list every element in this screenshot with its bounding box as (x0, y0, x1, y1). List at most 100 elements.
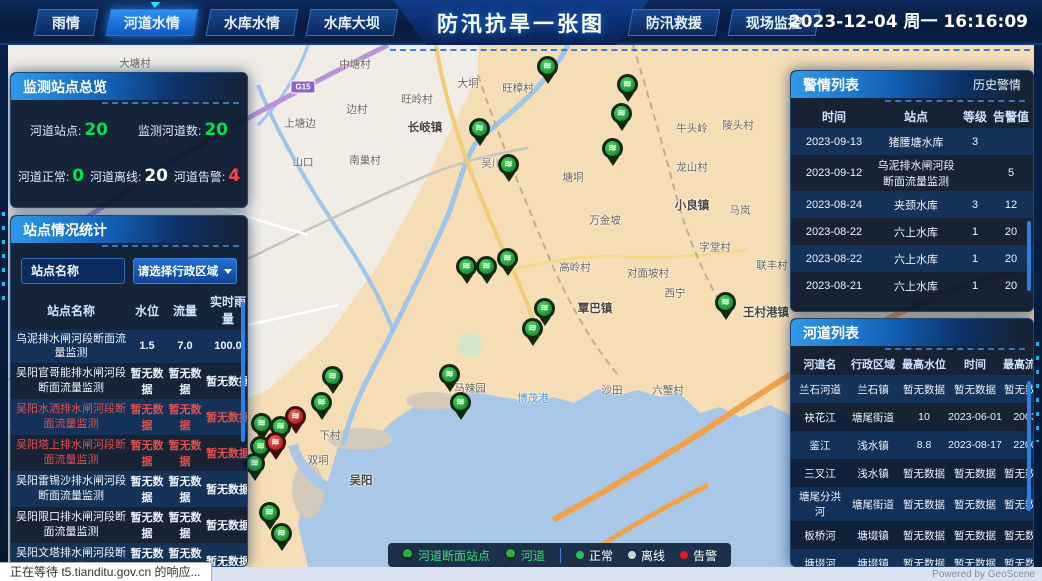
alarm-row[interactable]: 2023-08-22六上水库120 (791, 218, 1033, 245)
pin-tail (616, 122, 628, 137)
column-header: 时间 (947, 356, 1003, 372)
scrollbar-thumb[interactable] (1027, 221, 1031, 291)
alarm-station-pin[interactable]: ≋ (265, 432, 287, 466)
cell: 浅水镇 (845, 438, 901, 453)
river-row[interactable]: 兰石河道兰石镇暂无数据暂无数据暂无数据 (791, 375, 1033, 403)
tab-flood-rescue[interactable]: 防汛救援 (628, 9, 721, 36)
stats-row-2: 河道正常:0河道离线:20河道告警:4 (11, 153, 247, 199)
column-header: 时间 (795, 108, 873, 125)
stat-label: 监测河道数: (138, 124, 201, 138)
station-value-cell: 暂无数据 (167, 437, 203, 469)
column-header: 流量 (167, 302, 203, 319)
history-alarms-link[interactable]: 历史警情 (973, 76, 1021, 93)
wave-icon: ≋ (450, 392, 471, 413)
cell: 暂无数据 (1003, 556, 1034, 568)
station-name-cell: 吴阳塔上排水闸河段断面流量监测 (15, 438, 127, 467)
alarm-row[interactable]: 2023-08-21六上水库120 (791, 272, 1033, 299)
river-station-pin[interactable]: ≋ (498, 154, 520, 188)
river-row[interactable]: 板桥河塘㙍镇暂无数据暂无数据暂无数据 (791, 521, 1033, 549)
pin-tail (607, 157, 619, 172)
wave-icon: ≋ (251, 413, 272, 434)
geoscene-attribution: Powered by GeoScene (932, 569, 1035, 580)
river-station-pin[interactable]: ≋ (611, 103, 633, 137)
scrollbar-thumb[interactable] (241, 302, 245, 442)
river-row[interactable]: 三叉江浅水镇暂无数据暂无数据暂无数据 (791, 459, 1033, 487)
station-table-header: 站点名称水位流量实时雨量 (11, 290, 247, 330)
river-station-pin[interactable]: ≋ (456, 256, 478, 290)
river-station-pin[interactable]: ≋ (602, 138, 624, 172)
station-row[interactable]: 吴阳水洒排水闸河段断面流量监测暂无数据暂无数据暂无数据 (11, 399, 247, 435)
cell: 2023-08-22 (795, 226, 873, 238)
river-station-pin[interactable]: ≋ (469, 118, 491, 152)
station-name-cell: 吴阳水洒排水闸河段断面流量监测 (15, 402, 127, 431)
map-label: 吴阳 (350, 472, 373, 488)
river-row[interactable]: 鉴江浅水镇8.82023-08-172200 (791, 431, 1033, 459)
alarm-row[interactable]: 2023-09-12乌泥排水闸河段断面流量监测5 (791, 155, 1033, 191)
wave-icon: ≋ (715, 292, 736, 313)
river-station-pin[interactable]: ≋ (476, 256, 498, 290)
map-label: 字堂村 (699, 240, 731, 255)
river-station-pin[interactable]: ≋ (497, 248, 519, 282)
river-row[interactable]: 塘㙍河塘㙍镇暂无数据暂无数据暂无数据 (791, 549, 1033, 567)
river-station-pin[interactable]: ≋ (450, 392, 472, 426)
cell: 1 (959, 280, 991, 292)
alarm-station-pin[interactable]: ≋ (285, 406, 307, 440)
river-station-pin[interactable]: ≋ (522, 318, 544, 352)
header-dashed-line (791, 346, 1033, 353)
map-label: 旺岭村 (401, 92, 433, 107)
stat-value: 20 (84, 120, 108, 140)
wave-icon: ≋ (439, 364, 460, 385)
column-header: 等级 (959, 108, 991, 125)
alarm-row[interactable]: 2023-09-13猪腰塘水库3 (791, 128, 1033, 155)
chevron-down-icon (224, 269, 232, 278)
cell: 暂无数据 (947, 497, 1003, 512)
river-station-pin[interactable]: ≋ (537, 56, 559, 90)
legend-item-river-section-station: 河道断面站点 (402, 547, 490, 564)
alarm-dot-icon (680, 551, 688, 559)
station-pin-icon (402, 548, 413, 562)
station-row[interactable]: 吴阳雷锡沙排水闸河段断面流量监测暂无数据暂无数据暂无数据 (11, 471, 247, 507)
wave-icon: ≋ (602, 138, 623, 159)
map-label: 大塘村 (119, 56, 151, 71)
alarm-row[interactable]: 2023-08-22六上水库120 (791, 245, 1033, 272)
map-label: 对面坡村 (627, 266, 669, 281)
stat-label: 河道站点: (30, 124, 81, 138)
cell: 六上水库 (873, 224, 959, 240)
river-row[interactable]: 袂花江塘尾街道102023-06-012003 (791, 403, 1033, 431)
station-row[interactable]: 吴阳塔上排水闸河段断面流量监测暂无数据暂无数据暂无数据 (11, 435, 247, 471)
river-station-pin[interactable]: ≋ (271, 523, 293, 557)
station-name-input[interactable] (21, 258, 125, 284)
cell: 8.8 (901, 439, 947, 451)
cell: 暂无数据 (901, 497, 947, 512)
map-label: 万金坡 (589, 213, 621, 228)
wave-icon: ≋ (259, 502, 280, 523)
cell: 塘尾街道 (845, 410, 901, 425)
tab-reservoir-dam[interactable]: 水库大坝 (306, 9, 399, 36)
tab-rain[interactable]: 雨情 (34, 9, 99, 36)
map-label: 小良镇 (675, 197, 710, 213)
cell: 暂无数据 (947, 382, 1003, 397)
map-label: 牛头岭 (676, 121, 708, 136)
map-label: 西宁 (665, 286, 686, 301)
tab-label: 防汛救援 (646, 13, 702, 33)
cell: 2023-08-24 (795, 199, 873, 211)
scrollbar-thumb[interactable] (1027, 381, 1031, 511)
map-legend: 河道断面站点河道正常离线告警 (388, 543, 731, 567)
panel-header: 站点情况统计 (11, 216, 247, 243)
alarm-row[interactable]: 2023-08-24夹颈水库312 (791, 191, 1033, 218)
river-row[interactable]: 塘尾分洪河塘尾街道暂无数据暂无数据暂无数据 (791, 487, 1033, 521)
station-row[interactable]: 吴阳官哥能排水闸河段断面流量监测暂无数据暂无数据暂无数据 (11, 363, 247, 399)
map-label: 塘垌 (563, 170, 584, 185)
region-select-dropdown[interactable]: 请选择行政区域 (133, 258, 237, 284)
station-value-cell: 暂无数据 (205, 481, 248, 497)
tab-river-water[interactable]: 河道水情 (106, 9, 199, 36)
tab-reservoir-water[interactable]: 水库水情 (206, 9, 299, 36)
river-station-pin[interactable]: ≋ (715, 292, 737, 326)
map-label: 联丰村 (756, 258, 788, 273)
pin-tail (542, 75, 554, 90)
river-station-pin[interactable]: ≋ (311, 392, 333, 426)
station-row[interactable]: 吴阳限口排水闸河段断面流量监测暂无数据暂无数据暂无数据 (11, 507, 247, 543)
wave-icon: ≋ (271, 523, 292, 544)
station-row[interactable]: 乌泥排水闸河段断面流量监测1.57.0100.0 (11, 330, 247, 363)
map-label: 山口 (293, 155, 314, 170)
